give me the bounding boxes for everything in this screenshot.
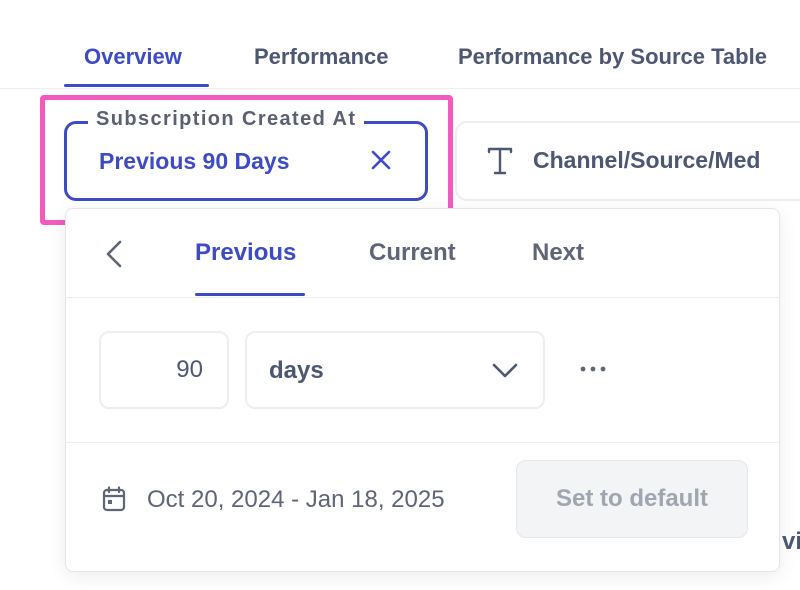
tab-bar: Overview Performance Performance by Sour… [0,0,800,89]
calendar-icon [102,486,126,512]
popover-tab-previous[interactable]: Previous [195,239,296,267]
subscription-created-at-filter[interactable]: Previous 90 Days [64,121,428,201]
unit-select-value: days [269,357,324,384]
filter-value: Previous 90 Days [99,148,290,174]
tab-performance[interactable]: Performance [254,44,389,70]
amount-input[interactable] [99,331,229,409]
date-filter-popover: Previous Current Next days [65,208,780,572]
more-options-icon[interactable] [575,357,611,381]
popover-tab-next[interactable]: Next [532,239,584,267]
channel-source-filter[interactable]: Channel/Source/Med [455,121,800,201]
unit-select[interactable]: days [245,331,545,409]
popover-tab-current[interactable]: Current [369,239,456,267]
channel-source-filter-label: Channel/Source/Med [533,147,761,173]
page: Overview Performance Performance by Sour… [0,0,800,590]
chevron-left-icon[interactable] [102,239,128,269]
filter-legend: Subscription Created At [88,108,365,131]
set-to-default-button[interactable]: Set to default [516,460,748,538]
date-range-text: Oct 20, 2024 - Jan 18, 2025 [147,486,445,513]
text-type-icon [487,147,513,175]
active-tab-underline [64,84,209,87]
background-text-fragment: vi [782,528,800,555]
popover-tab-bar: Previous Current Next [66,209,779,298]
popover-divider [66,442,779,443]
close-icon[interactable] [369,148,393,172]
chevron-down-icon [491,361,519,381]
tab-performance-by-source-table[interactable]: Performance by Source Table [458,44,767,70]
popover-active-tab-underline [195,293,305,296]
tab-overview[interactable]: Overview [84,44,182,70]
